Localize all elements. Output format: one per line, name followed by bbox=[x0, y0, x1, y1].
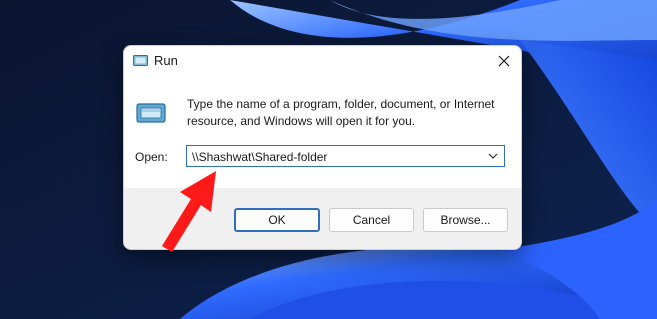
red-arrow-annotation bbox=[162, 171, 216, 252]
